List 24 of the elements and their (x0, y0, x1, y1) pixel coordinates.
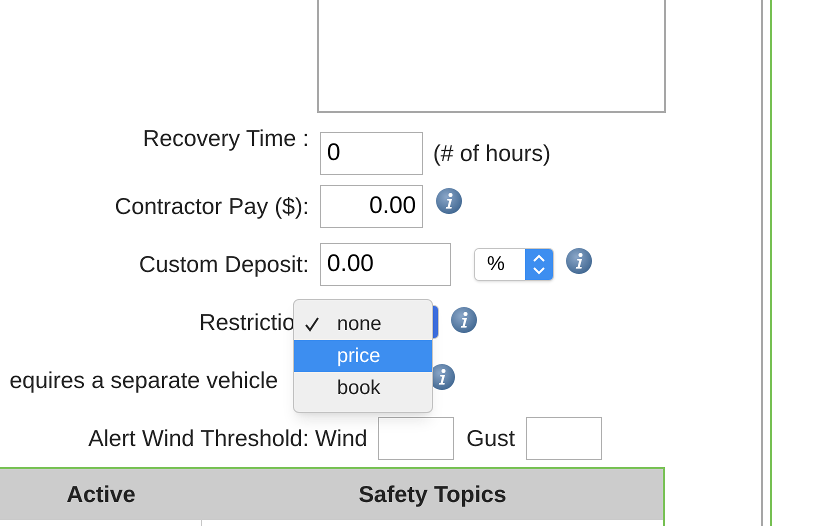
threshold-input[interactable] (526, 416, 602, 460)
hours-input[interactable]: 0 (320, 132, 423, 174)
info-icon[interactable] (435, 187, 463, 215)
amount-input[interactable]: 0.00 (320, 184, 423, 228)
deposit-input[interactable]: 0.00 (320, 242, 451, 286)
field-label: Recovery Time : (142, 124, 309, 151)
info-icon[interactable] (565, 247, 593, 275)
field-label: Restrictio (199, 308, 295, 335)
unit-label: (# of hours) (433, 138, 551, 168)
field-label: equires a separate vehicle (10, 366, 278, 393)
column-header: Safety Topics (358, 480, 508, 510)
field-label: Contractor Pay ($): (114, 192, 309, 219)
check-icon (304, 316, 320, 332)
menu-item[interactable]: book (294, 372, 432, 404)
info-icon[interactable] (450, 306, 478, 334)
menu-item[interactable]: none (294, 308, 432, 340)
threshold-input[interactable] (378, 416, 454, 460)
stepper-icon (525, 248, 553, 280)
field-label: Alert Wind Threshold: (88, 424, 309, 451)
field-label: Custom Deposit: (138, 250, 309, 277)
field-label: Gust (466, 424, 515, 453)
unit-select[interactable]: % (474, 248, 554, 280)
column-header: Active (65, 480, 137, 510)
field-label: Wind (315, 424, 368, 453)
